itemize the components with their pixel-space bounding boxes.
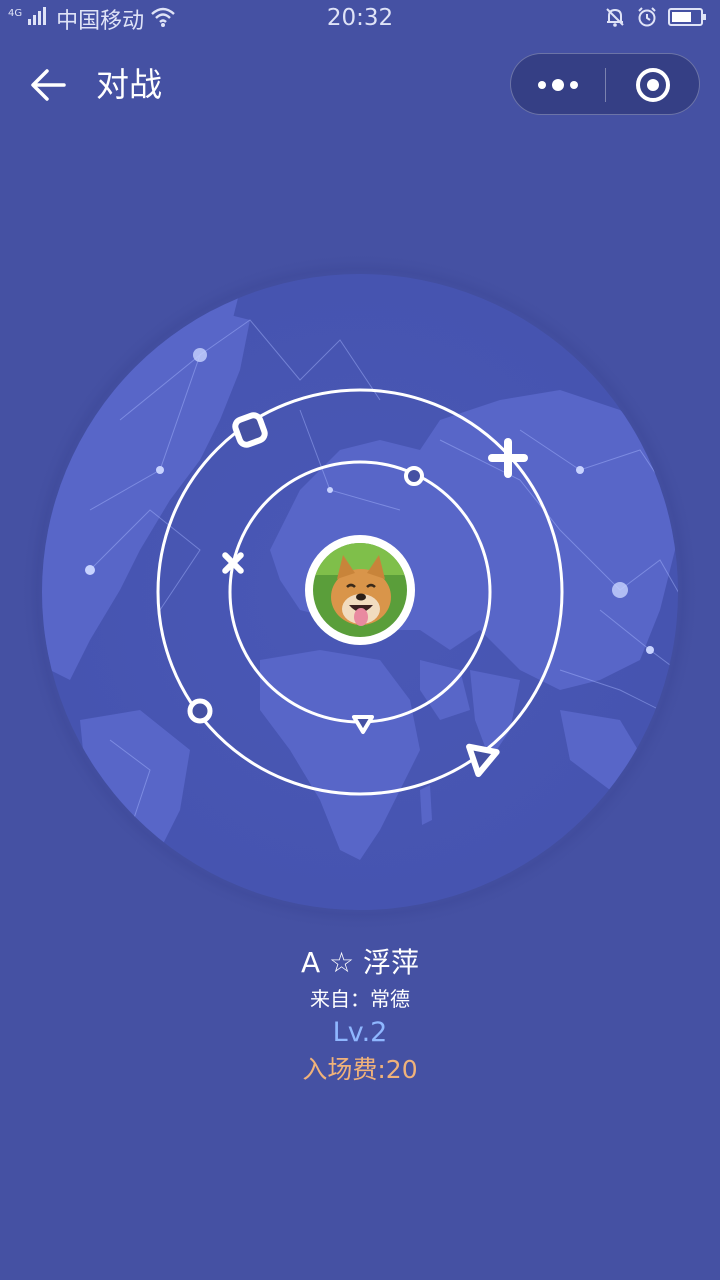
continent-madagascar — [420, 785, 432, 825]
player-avatar[interactable] — [305, 535, 415, 645]
mute-bell-icon — [604, 6, 626, 32]
origin-label: 来自： — [310, 987, 370, 1011]
status-right — [604, 6, 708, 32]
nav-bar: 对战 — [0, 50, 720, 120]
entry-fee: 入场费:20 — [302, 1055, 418, 1084]
battery-icon — [668, 7, 708, 31]
orbit-circle-icon — [187, 698, 213, 724]
origin-value: 常德 — [370, 987, 410, 1011]
more-dots-icon — [538, 79, 578, 91]
back-button[interactable] — [26, 64, 72, 106]
alarm-icon — [636, 6, 658, 32]
close-miniprogram-button[interactable] — [607, 54, 699, 114]
mini-program-capsule — [510, 53, 700, 115]
player-origin: 来自：常德 — [0, 984, 720, 1014]
more-button[interactable] — [511, 54, 605, 114]
continent-south-america — [80, 710, 190, 910]
arrow-left-icon — [31, 69, 66, 101]
player-level: Lv.2 — [332, 1017, 388, 1048]
page-title: 对战 — [96, 65, 162, 104]
player-info: A ☆ 浮萍 来自：常德 Lv.2 入场费:20 — [0, 940, 720, 1088]
status-bar: 4G 中国移动 20:32 — [0, 0, 720, 40]
orbit-square-icon — [232, 412, 268, 448]
dog-avatar-image — [313, 543, 407, 637]
target-circle-icon — [636, 68, 670, 102]
orbit-small-circle-icon — [404, 466, 424, 486]
capsule-divider — [605, 68, 606, 102]
player-name: A ☆ 浮萍 — [300, 946, 420, 979]
battle-screen: 4G 中国移动 20:32 对战 A ☆ 浮萍 来自：常德 Lv.2 入场费:2… — [0, 0, 720, 1280]
